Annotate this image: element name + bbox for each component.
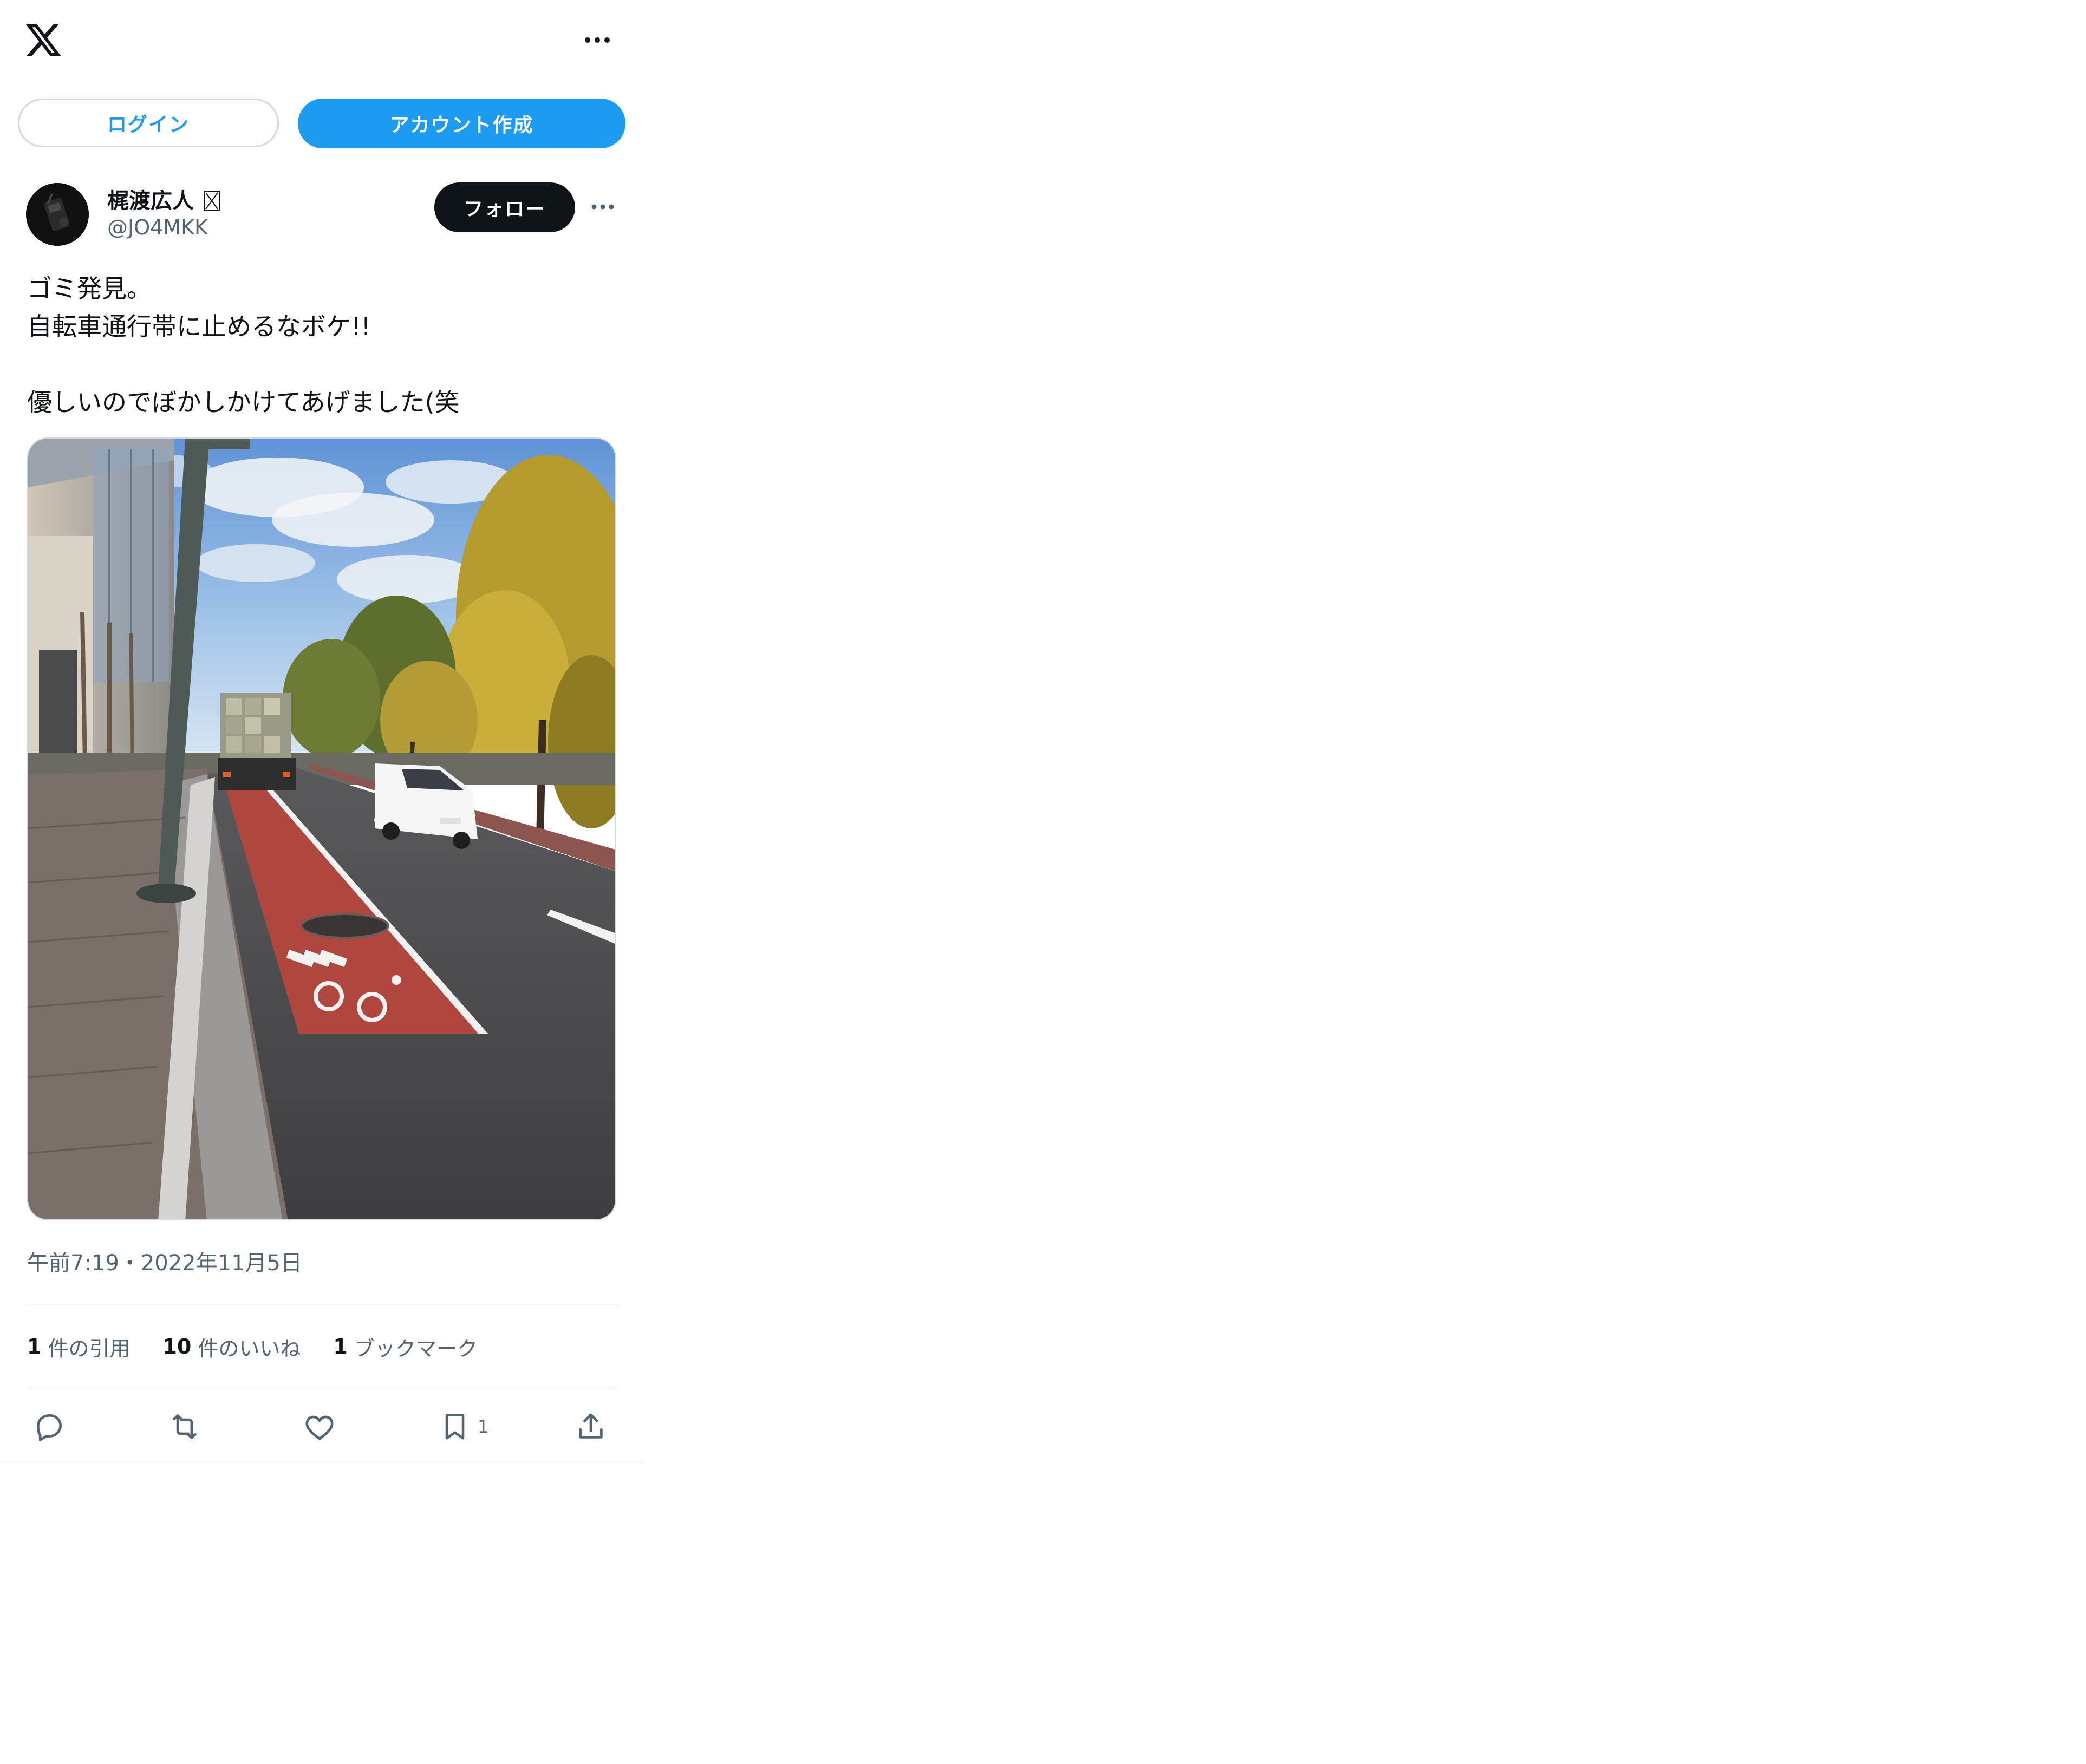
likes-count: 10	[162, 1335, 192, 1358]
divider	[27, 1387, 617, 1388]
quotes-label: 件の引用	[48, 1336, 131, 1361]
bookmarks-count: 1	[333, 1335, 348, 1358]
follow-button[interactable]: フォロー	[434, 182, 575, 232]
likes-stat[interactable]: 10 件のいいね	[162, 1332, 301, 1362]
likes-label: 件のいいね	[198, 1336, 301, 1361]
bookmarks-label: ブックマーク	[354, 1336, 478, 1361]
quotes-count: 1	[27, 1335, 42, 1358]
tweet-text-line: 優しいのでぼかしかけてあげました(笑	[27, 388, 460, 417]
avatar[interactable]	[26, 183, 89, 246]
quotes-stat[interactable]: 1 件の引用	[27, 1332, 130, 1362]
tweet-text-line: ゴミ発見。	[27, 274, 152, 303]
tweet-stats: 1 件の引用 10 件のいいね 1 ブックマーク	[27, 1328, 510, 1366]
share-icon[interactable]	[574, 1408, 608, 1446]
bookmark-button[interactable]: 1	[439, 1408, 488, 1446]
divider	[27, 1304, 617, 1305]
bookmark-icon	[439, 1410, 471, 1443]
top-bar	[0, 0, 644, 81]
like-icon[interactable]	[302, 1408, 337, 1446]
x-logo-icon[interactable]	[24, 21, 63, 60]
reply-icon[interactable]	[32, 1408, 66, 1446]
tweet-text-line	[27, 345, 617, 383]
more-horizontal-icon[interactable]	[579, 25, 615, 55]
tweet-text: ゴミ発見。 自転車通行帯に止めるなボケ!! 優しいのでぼかしかけてあげました(笑	[27, 270, 617, 421]
bookmarks-stat: 1 ブックマーク	[333, 1332, 477, 1362]
bookmark-count: 1	[478, 1416, 489, 1437]
tweet-text-line: 自転車通行帯に止めるなボケ!!	[27, 312, 371, 341]
tweet-actions: 1	[27, 1402, 617, 1451]
retweet-icon[interactable]	[167, 1408, 203, 1446]
tweet-page: ログイン アカウント作成 梶渡広人 @JO4MKK フォロー ゴミ発見。 自転車…	[0, 0, 644, 1463]
author-display-name[interactable]: 梶渡広人	[107, 183, 220, 214]
tweet-photo[interactable]	[27, 437, 616, 1220]
tweet-timestamp[interactable]: 午前7:19・2022年11月5日	[27, 1245, 302, 1277]
tweet-more-icon[interactable]	[585, 192, 621, 222]
login-button[interactable]: ログイン	[18, 99, 279, 147]
signup-button[interactable]: アカウント作成	[298, 99, 625, 148]
divider	[0, 1462, 644, 1463]
emoji-placeholder-icon	[203, 191, 220, 211]
author-handle[interactable]: @JO4MKK	[107, 215, 208, 239]
